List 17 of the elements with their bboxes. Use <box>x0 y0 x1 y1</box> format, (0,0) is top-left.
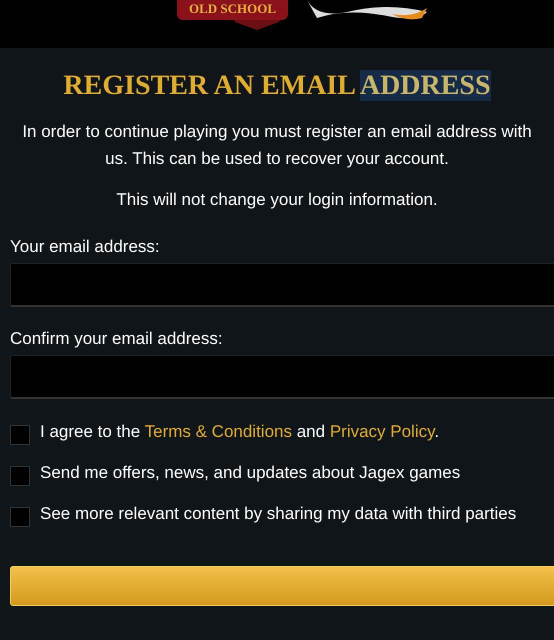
checkbox[interactable] <box>10 466 30 486</box>
email-field[interactable] <box>10 355 554 399</box>
checkbox[interactable] <box>10 425 30 445</box>
logo-tagline: OLD SCHOOL <box>177 0 288 20</box>
intro-paragraph: This will not change your login information. <box>115 189 439 211</box>
consent-text: I agree to the Terms & Conditions and Privacy Policy. <box>40 421 440 443</box>
intro-paragraph: In order to continue playing you must register an email address with us. This can be used to recover your account. <box>21 121 533 170</box>
consent-text: See more relevant content by sharing my data with third parties <box>40 503 516 525</box>
page-title: REGISTER AN EMAIL ADDRESS <box>62 69 492 103</box>
field-label: Your email address: <box>10 237 161 257</box>
email-field[interactable] <box>10 263 554 307</box>
consent-text: Send me offers, news, and updates about Jagex games <box>40 462 460 484</box>
consent-link[interactable]: Privacy Policy <box>330 422 434 441</box>
field-label: Confirm your email address: <box>10 329 224 349</box>
checkbox[interactable] <box>10 507 30 527</box>
consent-link[interactable]: Terms & Conditions <box>144 422 292 441</box>
register-button[interactable] <box>10 566 554 606</box>
